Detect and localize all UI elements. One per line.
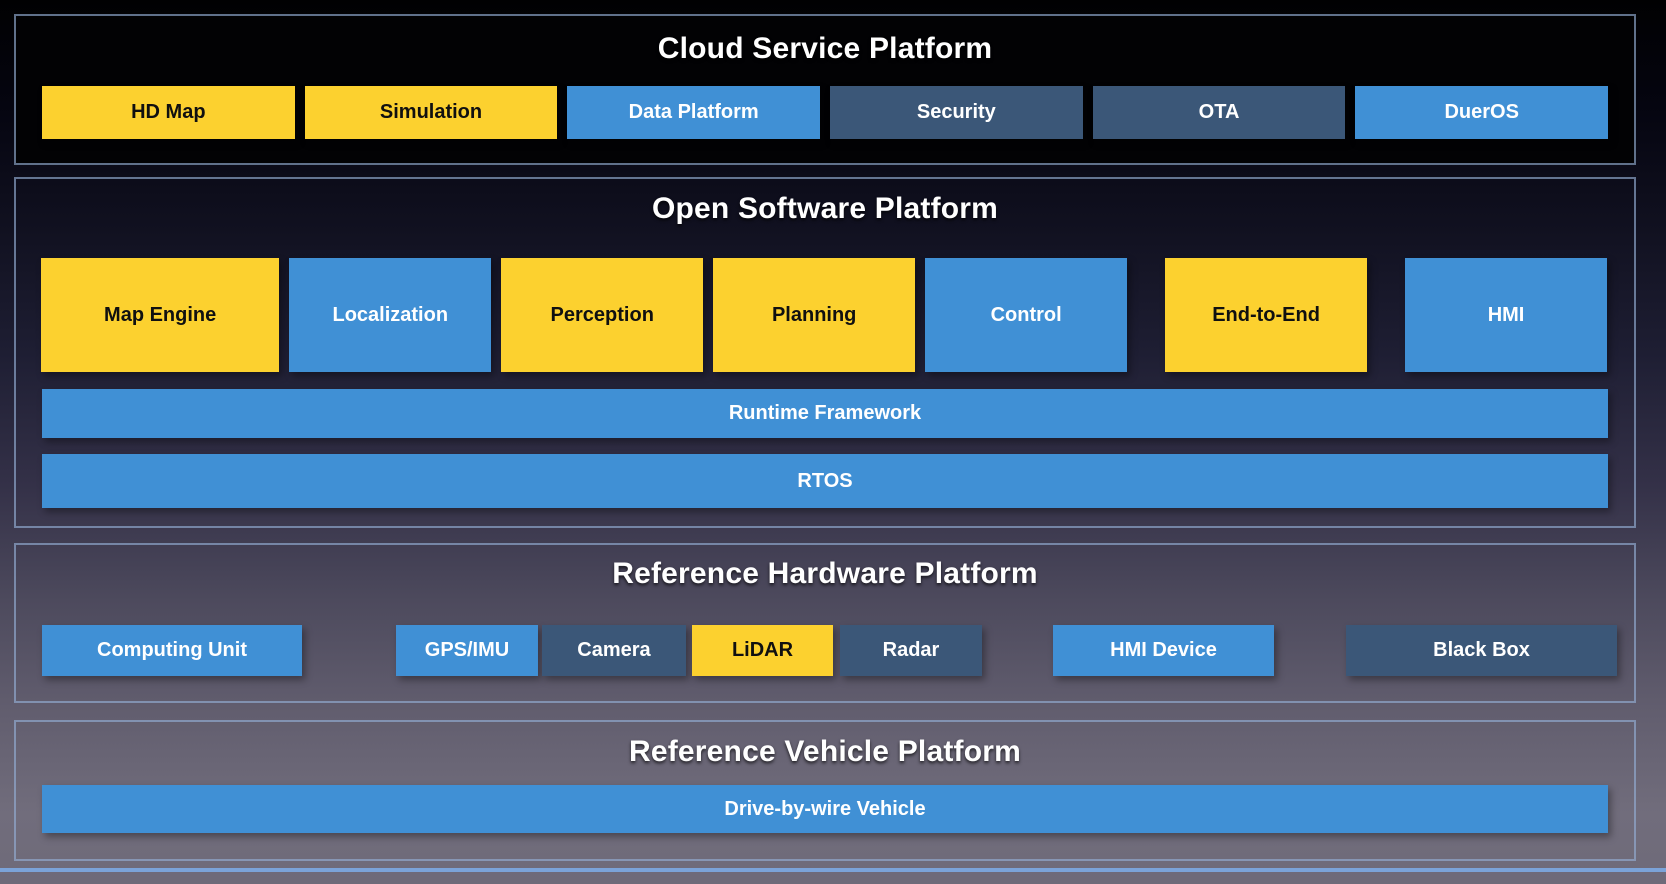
hardware-platform-title: Reference Hardware Platform xyxy=(612,557,1038,590)
section-reference-vehicle-platform: Reference Vehicle Platform Drive-by-wire… xyxy=(14,720,1636,861)
block-rtos: RTOS xyxy=(42,454,1608,508)
software-platform-title: Open Software Platform xyxy=(651,192,999,225)
block-data-platform: Data Platform xyxy=(567,86,821,139)
vehicle-platform-title: Reference Vehicle Platform xyxy=(628,735,1022,768)
hardware-blocks-row: Computing Unit GPS/IMU Camera LiDAR Rada… xyxy=(42,625,1617,676)
cloud-blocks-row: HD Map Simulation Data Platform Security… xyxy=(42,86,1609,139)
section-reference-hardware-platform: Reference Hardware Platform Computing Un… xyxy=(14,543,1636,703)
bottom-divider-line xyxy=(0,868,1666,872)
block-hd-map: HD Map xyxy=(42,86,295,139)
block-perception: Perception xyxy=(501,258,704,372)
block-hmi-device: HMI Device xyxy=(1053,625,1274,676)
block-camera: Camera xyxy=(542,625,686,676)
block-runtime-framework: Runtime Framework xyxy=(42,389,1608,438)
section-cloud-service-platform: Cloud Service Platform HD Map Simulation… xyxy=(14,14,1636,165)
block-map-engine: Map Engine xyxy=(41,258,280,372)
section-open-software-platform: Open Software Platform Map Engine Locali… xyxy=(14,177,1636,528)
block-drive-by-wire-vehicle: Drive-by-wire Vehicle xyxy=(42,785,1608,833)
block-security: Security xyxy=(830,86,1083,139)
block-gps-imu: GPS/IMU xyxy=(396,625,538,676)
block-control: Control xyxy=(925,258,1128,372)
block-radar: Radar xyxy=(840,625,982,676)
block-planning: Planning xyxy=(713,258,916,372)
block-black-box: Black Box xyxy=(1346,625,1617,676)
block-dueros: DuerOS xyxy=(1355,86,1609,139)
software-modules-row: Map Engine Localization Perception Plann… xyxy=(41,258,1608,372)
block-localization: Localization xyxy=(289,258,492,372)
block-simulation: Simulation xyxy=(304,86,558,139)
block-hmi: HMI xyxy=(1405,258,1608,372)
cloud-platform-title: Cloud Service Platform xyxy=(657,32,993,65)
block-end-to-end: End-to-End xyxy=(1165,258,1368,372)
block-ota: OTA xyxy=(1092,86,1346,139)
block-lidar: LiDAR xyxy=(692,625,833,676)
block-computing-unit: Computing Unit xyxy=(42,625,302,676)
